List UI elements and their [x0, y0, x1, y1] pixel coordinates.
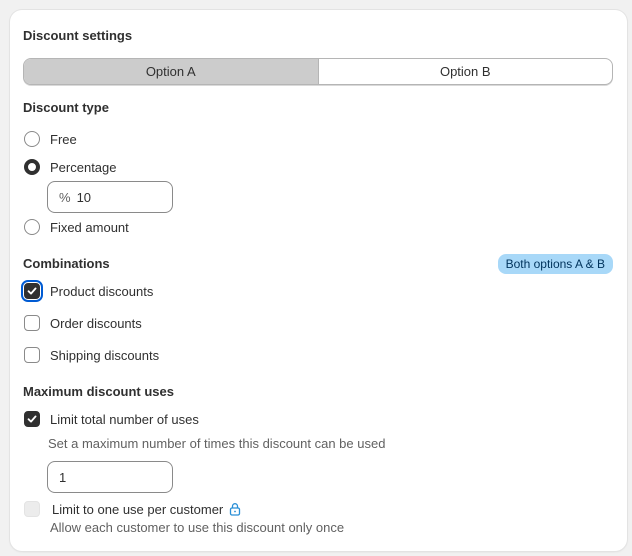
shipping-discounts-checkbox[interactable]	[24, 347, 40, 363]
limit-customer-help: Allow each customer to use this discount…	[50, 520, 345, 535]
discount-type-heading: Discount type	[23, 100, 109, 115]
radio-fixed-amount-label: Fixed amount	[50, 219, 129, 235]
radio-free-label: Free	[50, 131, 77, 147]
limit-total-input[interactable]: 1	[47, 461, 173, 493]
order-discounts-checkbox[interactable]	[24, 315, 40, 331]
product-discounts-checkbox[interactable]	[21, 280, 43, 302]
scope-badge: Both options A & B	[497, 254, 613, 274]
percentage-input[interactable]: % 10	[47, 181, 173, 213]
radio-free-control[interactable]	[24, 131, 40, 147]
checkbox-limit-total[interactable]: Limit total number of uses	[24, 411, 199, 427]
checkmark-icon	[27, 415, 37, 423]
checkbox-limit-customer: Limit to one use per customer	[24, 501, 241, 517]
percent-prefix: %	[59, 189, 71, 205]
tab-option-b[interactable]: Option B	[319, 59, 613, 84]
radio-percentage-control[interactable]	[24, 159, 40, 175]
card-title: Discount settings	[23, 28, 133, 43]
max-uses-heading: Maximum discount uses	[23, 384, 174, 399]
checkbox-order-discounts[interactable]: Order discounts	[24, 315, 142, 331]
radio-fixed-amount[interactable]: Fixed amount	[24, 219, 129, 235]
shipping-discounts-label: Shipping discounts	[50, 347, 160, 363]
limit-total-help: Set a maximum number of times this disco…	[48, 436, 386, 451]
percentage-value: 10	[76, 189, 92, 205]
radio-fixed-amount-control[interactable]	[24, 219, 40, 235]
limit-customer-checkbox	[24, 501, 40, 517]
combinations-heading: Combinations	[23, 256, 110, 271]
limit-total-label: Limit total number of uses	[50, 411, 199, 427]
tab-option-a[interactable]: Option A	[24, 59, 319, 84]
order-discounts-label: Order discounts	[50, 315, 142, 331]
radio-free[interactable]: Free	[24, 131, 77, 147]
checkbox-shipping-discounts[interactable]: Shipping discounts	[24, 347, 159, 363]
option-segmented-control: Option A Option B	[23, 58, 613, 85]
lock-icon	[229, 502, 241, 516]
limit-customer-label: Limit to one use per customer	[52, 501, 224, 517]
radio-percentage[interactable]: Percentage	[24, 159, 117, 175]
product-discounts-label: Product discounts	[50, 283, 154, 299]
checkbox-product-discounts[interactable]: Product discounts	[21, 280, 154, 302]
radio-percentage-label: Percentage	[50, 159, 117, 175]
limit-total-checkbox[interactable]	[24, 411, 40, 427]
limit-total-value: 1	[59, 469, 67, 485]
checkmark-icon	[27, 287, 37, 295]
discount-settings-card: Discount settings Option A Option B Disc…	[10, 10, 627, 551]
